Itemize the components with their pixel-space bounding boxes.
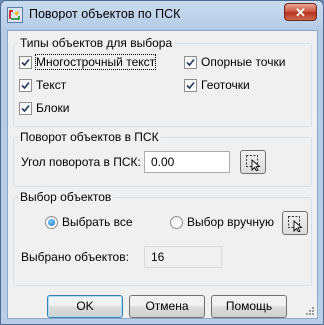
checkbox-multiline-text-label: Многострочный текст — [34, 54, 157, 70]
selection-legend: Выбор объектов — [18, 190, 114, 204]
dialog-window: Поворот объектов по ПСК ✕ Типы объектов … — [0, 0, 324, 325]
rotation-group: Поворот объектов в ПСК Угол поворота в П… — [13, 130, 312, 187]
checkmark-icon — [21, 81, 30, 89]
checkbox-blocks-box[interactable] — [19, 101, 32, 115]
checkbox-multiline-text-box[interactable] — [19, 55, 32, 69]
checkbox-text-box[interactable] — [19, 78, 32, 92]
checkmark-icon — [21, 104, 30, 112]
checkbox-reference-points-box[interactable] — [184, 55, 197, 69]
app-icon — [7, 7, 23, 23]
close-button[interactable]: ✕ — [284, 3, 317, 21]
pick-objects-button[interactable] — [282, 211, 308, 235]
checkbox-multiline-text[interactable]: Многострочный текст — [19, 54, 157, 70]
checkbox-text[interactable]: Текст — [19, 78, 66, 92]
checkmark-icon — [21, 58, 30, 66]
selected-count-value: 16 — [144, 246, 222, 268]
ok-button[interactable]: OK — [47, 295, 123, 318]
pick-cursor-icon — [288, 216, 303, 232]
object-types-group: Типы объектов для выбора Многострочный т… — [13, 36, 312, 127]
checkbox-geopoints-box[interactable] — [184, 78, 197, 92]
checkbox-blocks[interactable]: Блоки — [19, 101, 70, 115]
checkbox-reference-points-label: Опорные точки — [201, 55, 286, 69]
checkbox-text-label: Текст — [36, 78, 67, 92]
checkbox-blocks-label: Блоки — [36, 101, 70, 115]
checkbox-geopoints[interactable]: Геоточки — [184, 78, 250, 92]
radio-manual-select[interactable]: Выбор вручную — [170, 215, 274, 229]
radio-select-all-circle[interactable] — [45, 215, 58, 229]
angle-input[interactable]: 0.00 — [144, 151, 230, 173]
checkbox-reference-points[interactable]: Опорные точки — [184, 55, 285, 69]
object-types-legend: Типы объектов для выбора — [18, 36, 175, 50]
radio-selected-dot — [48, 218, 55, 226]
pick-angle-button[interactable] — [240, 150, 266, 174]
radio-select-all-label: Выбрать все — [62, 215, 133, 229]
selected-count-label: Выбрано объектов: — [21, 250, 129, 264]
title-bar[interactable]: Поворот объектов по ПСК ✕ — [1, 1, 323, 30]
rotation-legend: Поворот объектов в ПСК — [18, 130, 161, 144]
radio-select-all[interactable]: Выбрать все — [45, 215, 133, 229]
radio-manual-select-label: Выбор вручную — [187, 215, 274, 229]
selection-group: Выбор объектов Выбрать все Выбор вручную… — [13, 190, 312, 286]
help-button[interactable]: Помощь — [211, 295, 287, 318]
checkbox-geopoints-label: Геоточки — [201, 78, 250, 92]
cancel-button[interactable]: Отмена — [129, 295, 205, 318]
window-title: Поворот объектов по ПСК — [29, 7, 181, 21]
radio-manual-select-circle[interactable] — [170, 215, 183, 229]
angle-label: Угол поворота в ПСК: — [21, 155, 141, 169]
pick-cursor-icon — [246, 155, 261, 171]
checkmark-icon — [186, 81, 195, 89]
close-icon: ✕ — [295, 5, 306, 20]
dialog-body: Типы объектов для выбора Многострочный т… — [7, 30, 318, 319]
checkmark-icon — [186, 58, 195, 66]
resize-grip-icon[interactable] — [305, 306, 315, 316]
